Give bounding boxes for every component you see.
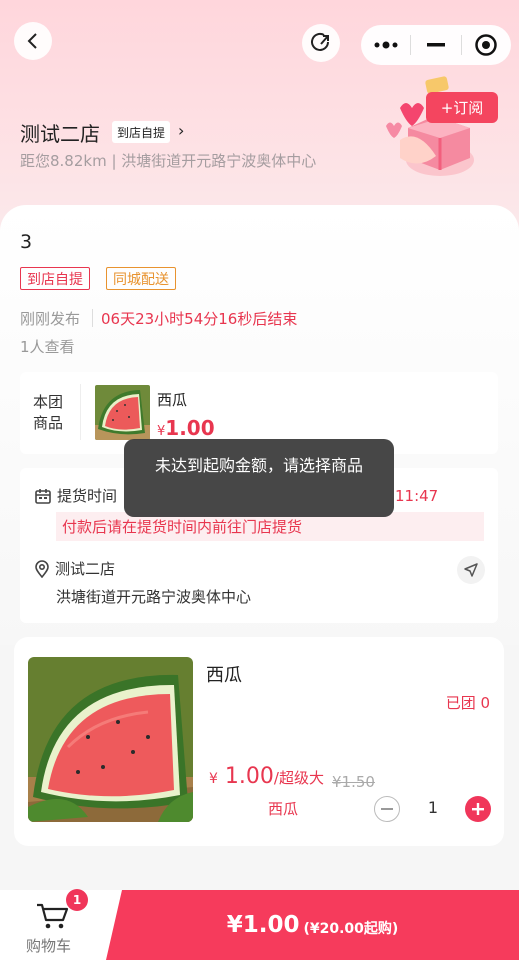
cart-count-badge: 1 [66, 889, 88, 911]
product-item-card: 西瓜 已团 0 ¥ 1.00/超级大 ¥1.50 西瓜 1 [14, 637, 504, 846]
sold-count: 已团 0 [445, 694, 490, 712]
navigate-button[interactable] [457, 556, 485, 584]
currency-symbol: ¥ [209, 771, 218, 787]
share-icon [311, 32, 329, 51]
toast-message: 未达到起购金额，请选择商品 [124, 439, 394, 517]
price-value: 1.00 [224, 764, 274, 789]
product-image[interactable] [28, 657, 193, 822]
pickup-store-row: 测试二店 [34, 558, 115, 579]
delivery-tag-local: 同城配送 [106, 267, 176, 290]
view-count: 1人查看 [20, 338, 75, 356]
item-name: 西瓜 [206, 665, 242, 686]
checkout-button[interactable]: ¥1.00 (¥20.00起购) [106, 890, 519, 960]
calendar-icon [35, 488, 51, 504]
mini-program-capsule [361, 25, 511, 65]
divider [92, 309, 93, 327]
item-subtitle: 西瓜 [268, 800, 299, 818]
price-value: 1.00 [165, 416, 215, 440]
increase-quantity-button[interactable] [465, 796, 491, 822]
subscribe-button[interactable]: +订阅 [426, 92, 498, 123]
pickup-time-row: 提货时间 [34, 485, 117, 506]
cart-label: 购物车 [26, 937, 72, 955]
store-distance-address: 距您8.82km | 洪塘街道开元路宁波奥体中心 [20, 152, 317, 170]
chevron-right-icon[interactable]: › [178, 121, 184, 140]
pickup-time-value: 11:47 [395, 487, 439, 505]
quantity-value: 1 [427, 798, 439, 817]
more-icon [374, 41, 398, 49]
original-price: ¥1.50 [332, 773, 375, 791]
close-target-icon [475, 34, 498, 56]
back-icon [27, 33, 37, 49]
plus-icon [472, 803, 484, 815]
product-thumbnail [95, 385, 150, 440]
cart-icon [37, 903, 69, 929]
pickup-mode-tag[interactable]: 到店自提 [112, 121, 171, 143]
navigate-icon [464, 563, 478, 577]
delivery-tag-pickup: 到店自提 [20, 267, 90, 290]
store-title: 测试二店 [20, 122, 100, 146]
gift-box-illustration [378, 68, 488, 183]
pickup-store-name: 测试二店 [55, 560, 116, 578]
checkout-total: ¥1.00 [226, 912, 300, 938]
item-price: ¥ 1.00/超级大 [209, 764, 324, 789]
pickup-time-label: 提货时间 [57, 487, 118, 505]
share-button[interactable] [302, 24, 340, 62]
product-name: 西瓜 [157, 391, 188, 409]
group-title: 3 [20, 231, 33, 253]
price-unit: /超级大 [273, 769, 324, 787]
close-button[interactable] [462, 25, 511, 65]
countdown-timer: 06天23小时54分16秒后结束 [101, 310, 298, 328]
back-button[interactable] [14, 22, 52, 60]
location-pin-icon [35, 559, 49, 578]
more-button[interactable] [361, 25, 410, 65]
minimum-order-note: (¥20.00起购) [303, 921, 399, 937]
divider [80, 384, 81, 440]
decrease-quantity-button[interactable] [374, 796, 400, 822]
minimize-icon [426, 43, 445, 47]
product-summary-label: 本团商品 [33, 393, 64, 432]
minimize-button[interactable] [411, 25, 460, 65]
pickup-store-address: 洪塘街道开元路宁波奥体中心 [56, 588, 252, 606]
publish-status: 刚刚发布 [20, 310, 81, 328]
product-price: ¥1.00 [157, 416, 215, 440]
minus-icon [381, 808, 393, 810]
